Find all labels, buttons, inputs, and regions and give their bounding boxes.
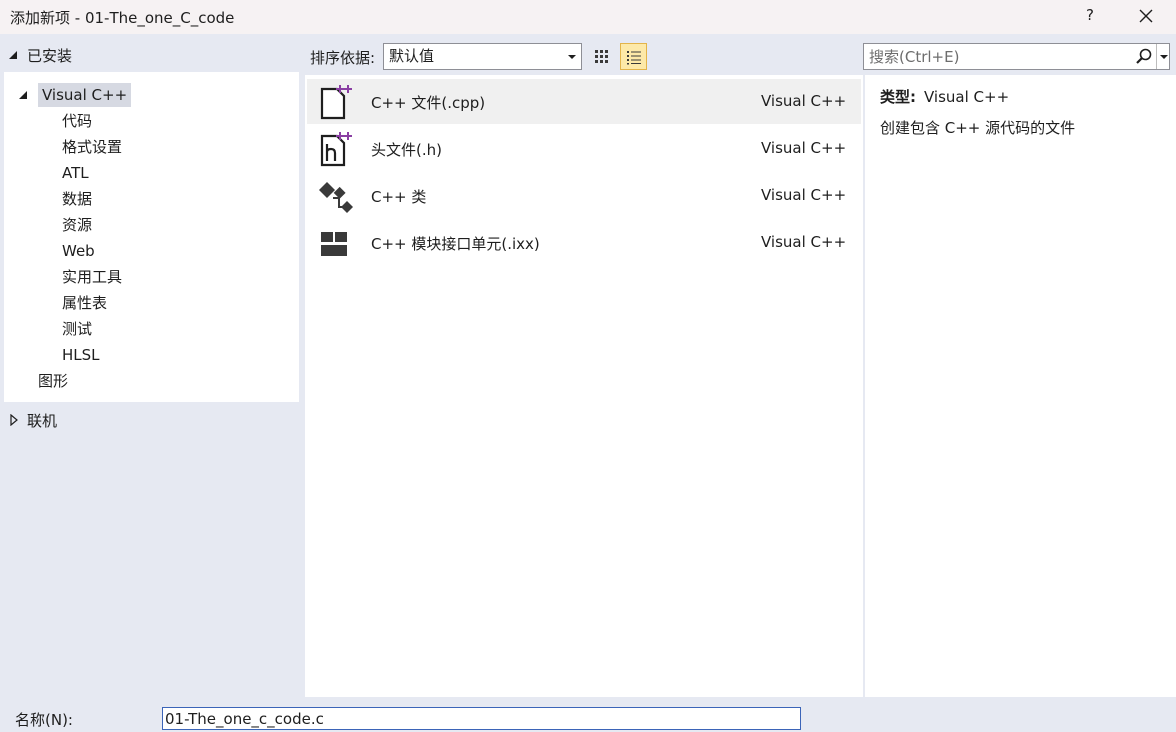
item-name: C++ 类 xyxy=(371,188,427,206)
grid-view-button[interactable] xyxy=(588,43,615,70)
detail-description: 创建包含 C++ 源代码的文件 xyxy=(880,119,1076,137)
item-name: 头文件(.h) xyxy=(371,141,442,159)
installed-section-toggle[interactable]: 已安装 xyxy=(8,45,72,65)
item-name: C++ 模块接口单元(.ixx) xyxy=(371,235,540,253)
detail-type-label: 类型: xyxy=(880,88,916,106)
item-name: C++ 文件(.cpp) xyxy=(371,94,486,112)
tree-node-utilities[interactable]: 实用工具 xyxy=(62,266,122,288)
help-button[interactable]: ? xyxy=(1082,6,1098,24)
list-item[interactable]: C++ 文件(.cpp) Visual C++ xyxy=(307,79,861,124)
list-item[interactable]: C++ 类 Visual C++ xyxy=(307,173,861,218)
installed-label: 已安装 xyxy=(27,46,73,65)
tree-node-visual-cpp[interactable]: Visual C++ xyxy=(18,83,132,107)
name-label: 名称(N): xyxy=(15,711,73,729)
detail-pane: 类型: Visual C++ 创建包含 C++ 源代码的文件 xyxy=(865,75,1176,697)
sort-dropdown[interactable]: 默认值 xyxy=(383,43,582,70)
online-label: 联机 xyxy=(27,411,58,430)
tree-node-formatting[interactable]: 格式设置 xyxy=(62,136,122,158)
list-item[interactable]: C++ 模块接口单元(.ixx) Visual C++ xyxy=(307,220,861,265)
item-category: Visual C++ xyxy=(761,92,847,110)
online-section-toggle[interactable]: 联机 xyxy=(8,410,57,430)
sort-label: 排序依据: xyxy=(310,49,376,67)
search-icon xyxy=(1136,48,1152,64)
search-box xyxy=(863,43,1170,70)
tree-node-data[interactable]: 数据 xyxy=(62,188,92,210)
grid-view-icon xyxy=(594,49,608,63)
module-icon xyxy=(317,224,353,262)
class-icon xyxy=(317,177,353,215)
cpp-file-icon xyxy=(317,83,353,121)
detail-type-value: Visual C++ xyxy=(924,88,1010,106)
header-file-icon xyxy=(317,130,353,168)
title-bar: 添加新项 - 01-The_one_C_code ? xyxy=(0,0,1176,34)
expanded-triangle-icon xyxy=(8,49,20,61)
sort-value: 默认值 xyxy=(389,47,435,65)
collapsed-triangle-icon xyxy=(10,414,18,426)
tree-node-test[interactable]: 测试 xyxy=(62,318,92,340)
list-view-button[interactable] xyxy=(620,43,647,70)
search-button[interactable] xyxy=(1134,47,1154,67)
list-view-icon xyxy=(626,50,641,64)
search-options-dropdown[interactable] xyxy=(1156,44,1170,69)
tree-node-web[interactable]: Web xyxy=(62,240,95,262)
tree-node-property-sheets[interactable]: 属性表 xyxy=(62,292,107,314)
item-category: Visual C++ xyxy=(761,139,847,157)
tree-node-resources[interactable]: 资源 xyxy=(62,214,92,236)
close-icon xyxy=(1139,9,1153,23)
chevron-down-icon xyxy=(568,55,576,59)
item-category: Visual C++ xyxy=(761,233,847,251)
tree-node-label: Visual C++ xyxy=(38,83,132,107)
tree-node-graphics[interactable]: 图形 xyxy=(38,370,68,392)
list-item[interactable]: 头文件(.h) Visual C++ xyxy=(307,126,861,171)
expanded-triangle-icon xyxy=(18,89,30,101)
close-button[interactable] xyxy=(1134,4,1158,28)
window-title: 添加新项 - 01-The_one_C_code xyxy=(10,9,235,27)
tree-node-hlsl[interactable]: HLSL xyxy=(62,344,100,366)
item-category: Visual C++ xyxy=(761,186,847,204)
search-input[interactable] xyxy=(869,47,1129,67)
detail-type: 类型: Visual C++ xyxy=(880,86,1009,107)
name-field[interactable] xyxy=(162,707,801,730)
template-list: C++ 文件(.cpp) Visual C++ 头文件(.h) Visual C… xyxy=(305,75,863,697)
tree-node-atl[interactable]: ATL xyxy=(62,162,89,184)
tree-node-code[interactable]: 代码 xyxy=(62,110,92,132)
template-tree: Visual C++ 代码 格式设置 ATL 数据 资源 Web 实用工具 属性… xyxy=(4,72,299,402)
